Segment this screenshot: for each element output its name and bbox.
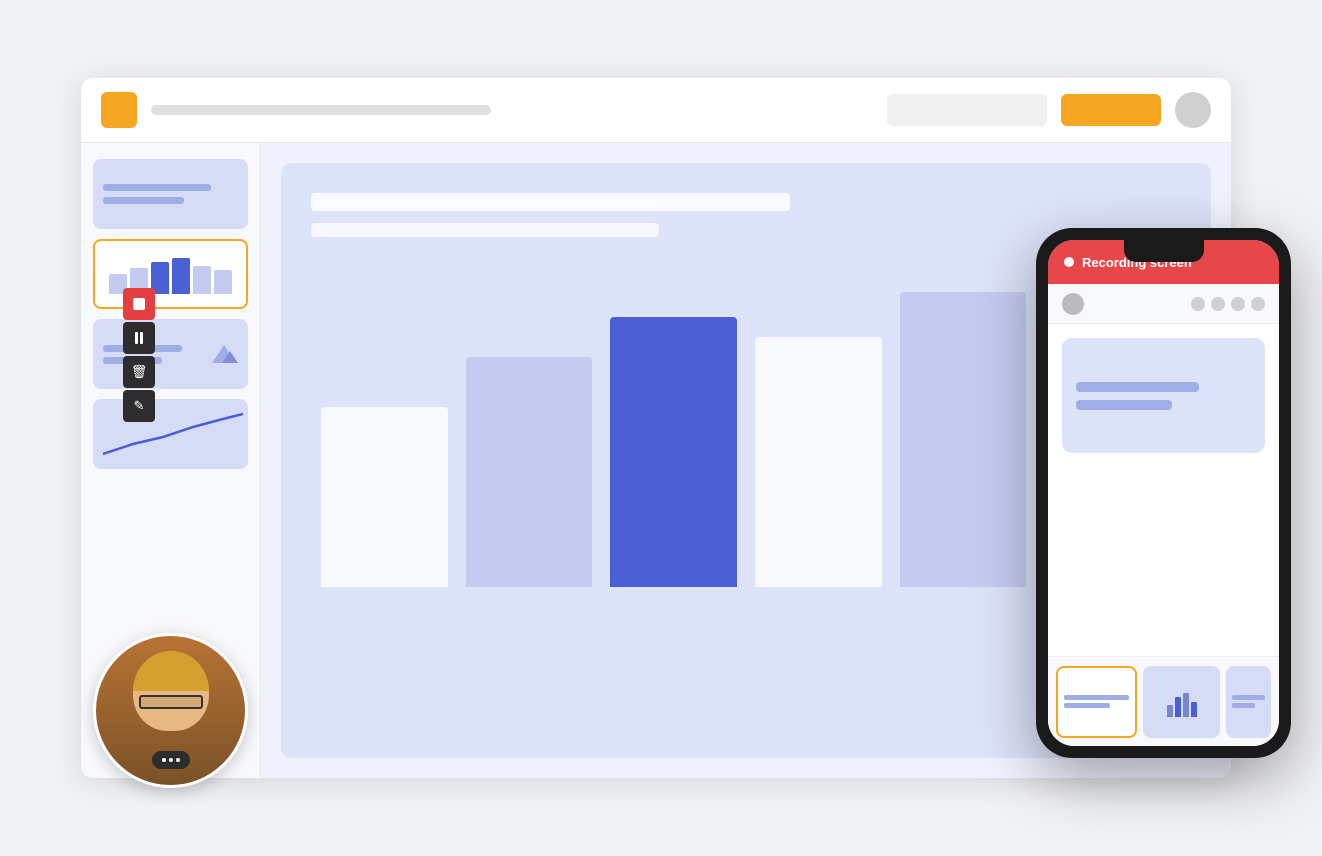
- browser-logo: [101, 92, 137, 128]
- phone-tab-bar-1: [1167, 705, 1173, 717]
- phone-nav-bar: [1048, 284, 1279, 324]
- trash-icon: 🗑: [131, 364, 148, 380]
- phone-dot-4: [1251, 297, 1265, 311]
- stop-button[interactable]: [123, 288, 155, 320]
- sidebar-bar-5: [193, 266, 211, 294]
- browser-avatar[interactable]: [1175, 92, 1211, 128]
- bar-1-white: [321, 407, 448, 587]
- sidebar-trend-card[interactable]: [93, 399, 248, 469]
- phone-nav-dots: [1191, 297, 1265, 311]
- phone-dot-3: [1231, 297, 1245, 311]
- bar-3-blue: [610, 317, 737, 587]
- pause-icon: [135, 332, 143, 344]
- phone-card-line-1: [1076, 382, 1199, 392]
- sidebar-card-2-active[interactable]: [93, 239, 248, 309]
- bar-group-3: [610, 317, 737, 587]
- sidebar-card-3[interactable]: [93, 319, 248, 389]
- browser-toolbar: [81, 78, 1231, 143]
- pencil-icon: ✎: [134, 398, 145, 414]
- scene: 🗑 ✎: [51, 48, 1271, 808]
- phone-tab-bar-2: [1175, 697, 1181, 717]
- sidebar-bar-4: [172, 258, 190, 294]
- phone-bottom-tabs: [1048, 656, 1279, 746]
- mountain-icon: [210, 343, 238, 365]
- stop-icon: [133, 298, 145, 310]
- webcam-bubble: [93, 633, 248, 788]
- phone-dot-1: [1191, 297, 1205, 311]
- chart-title-bar: [311, 193, 790, 211]
- bar-group-5: [900, 292, 1027, 587]
- sidebar-bar-6: [214, 270, 232, 294]
- phone-tab-3-line-1: [1232, 695, 1265, 700]
- phone-tab-3[interactable]: [1226, 666, 1271, 738]
- bar-group-1: [321, 407, 448, 587]
- phone-main-content: [1048, 324, 1279, 656]
- glasses: [139, 695, 203, 709]
- phone-notch: [1124, 240, 1204, 262]
- phone-dot-2: [1211, 297, 1225, 311]
- phone-tab-bar-chart: [1167, 687, 1197, 717]
- browser-search-bar[interactable]: [887, 94, 1047, 126]
- browser-nav-bar: [151, 105, 491, 115]
- bar-2-light: [466, 357, 593, 587]
- phone-card-line-2: [1076, 400, 1172, 410]
- recording-controls: 🗑 ✎: [123, 288, 155, 422]
- phone-tab-2[interactable]: [1143, 666, 1220, 738]
- bar-4-white: [755, 337, 882, 587]
- phone-tab-bar-3: [1183, 693, 1189, 717]
- phone-rec-dot: [1064, 257, 1074, 267]
- phone-tab-bar-4: [1191, 702, 1197, 717]
- phone-tab-3-line-2: [1232, 703, 1255, 708]
- phone-nav-home[interactable]: [1062, 293, 1084, 315]
- bar-group-4: [755, 337, 882, 587]
- chart-subtitle-bar: [311, 223, 659, 237]
- bar-5-light: [900, 292, 1027, 587]
- phone-tab-3-lines: [1232, 695, 1265, 708]
- phone-mockup: Recording screen: [1036, 228, 1291, 758]
- pause-button[interactable]: [123, 322, 155, 354]
- edit-button[interactable]: ✎: [123, 390, 155, 422]
- phone-tab-1-active[interactable]: [1056, 666, 1137, 738]
- dot-2: [169, 758, 173, 762]
- sidebar-card-1-line-1: [103, 184, 211, 191]
- dot-3: [176, 758, 180, 762]
- sidebar-card-1[interactable]: [93, 159, 248, 229]
- delete-button[interactable]: 🗑: [123, 356, 155, 388]
- phone-tab-1-lines: [1064, 695, 1129, 708]
- phone-tab-1-line-1: [1064, 695, 1129, 700]
- phone-content-card: [1062, 338, 1265, 453]
- sidebar-card-1-line-2: [103, 197, 184, 204]
- phone-tab-1-line-2: [1064, 703, 1110, 708]
- bar-group-2: [466, 357, 593, 587]
- dot-1: [162, 758, 166, 762]
- browser-action-button[interactable]: [1061, 94, 1161, 126]
- webcam-more-button[interactable]: [152, 751, 190, 769]
- phone-screen: Recording screen: [1048, 240, 1279, 746]
